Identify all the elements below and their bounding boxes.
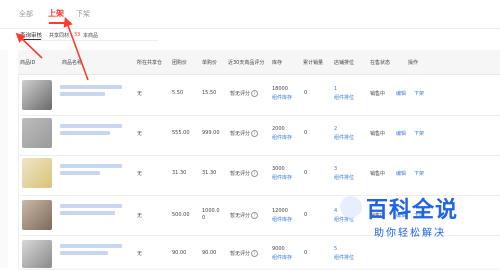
- arrow-to-on-sale-tab: [63, 16, 89, 81]
- arrow-to-review-tab: [15, 32, 43, 59]
- watermark-title: 百科全说: [366, 198, 459, 223]
- watermark-logo-icon: [340, 196, 362, 218]
- watermark-subtitle: 助你轻松解决: [374, 228, 446, 239]
- watermark: 百科全说 助你轻松解决: [330, 188, 500, 268]
